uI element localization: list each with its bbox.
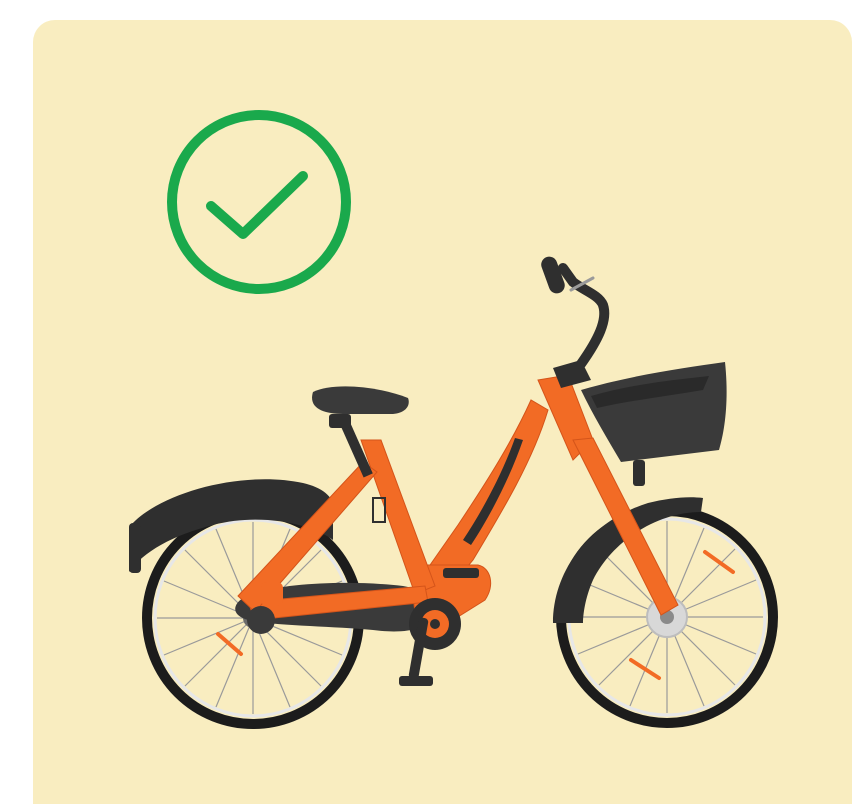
illustration-card — [33, 20, 852, 804]
saddle — [312, 386, 409, 414]
rear-hub — [247, 606, 275, 634]
rear-light — [129, 523, 141, 573]
battery — [463, 438, 523, 545]
e-bike-icon — [129, 256, 778, 729]
saddle-clamp — [329, 414, 351, 428]
rear-derailleur — [261, 582, 283, 606]
